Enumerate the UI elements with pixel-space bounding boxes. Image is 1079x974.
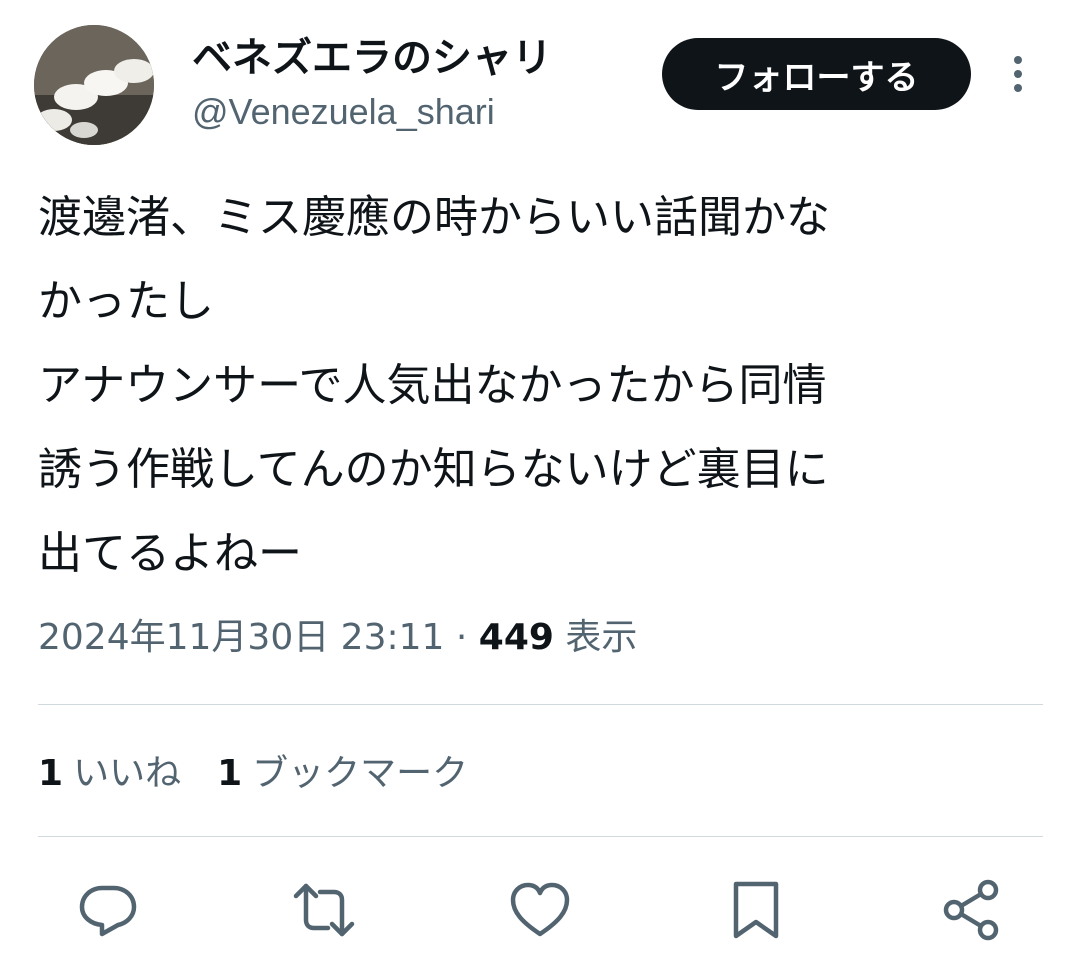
divider [38, 704, 1043, 705]
avatar-image [34, 25, 154, 145]
tweet-line: 渡邊渚、ミス慶應の時からいい話聞かな [38, 192, 830, 243]
likes-stat[interactable]: 1 いいね [38, 748, 181, 800]
author-handle[interactable]: @Venezuela_shari [192, 88, 495, 136]
follow-button[interactable]: フォローする [662, 38, 971, 110]
tweet-line: アナウンサーで人気出なかったから同情 [38, 360, 827, 411]
bookmark-icon[interactable] [724, 878, 788, 942]
likes-label: いいね [73, 753, 182, 794]
tweet-line: 出てるよねー [38, 528, 302, 579]
reply-icon[interactable] [76, 878, 140, 942]
author-display-name[interactable]: ベネズエラのシャリ [192, 32, 552, 84]
likes-count: 1 [38, 753, 64, 794]
tweet-text: 渡邊渚、ミス慶應の時からいい話聞かな かったし アナウンサーで人気出なかったから… [38, 176, 1023, 596]
tweet-line: 誘う作戦してんのか知らないけど裏目に [38, 444, 829, 495]
timestamp[interactable]: 2024年11月30日 23:11 [38, 617, 444, 658]
avatar[interactable] [34, 25, 154, 145]
retweet-icon[interactable] [292, 878, 356, 942]
like-icon[interactable] [508, 878, 572, 942]
meta-separator: · [444, 617, 479, 658]
bookmarks-label: ブックマーク [252, 753, 469, 794]
views-label: 表示 [553, 617, 638, 658]
share-icon[interactable] [940, 878, 1004, 942]
engagement-stats: 1 いいね 1 ブックマーク [38, 748, 504, 800]
divider [38, 836, 1043, 837]
tweet-line: かったし [38, 276, 214, 327]
bookmarks-stat[interactable]: 1 ブックマーク [217, 748, 468, 800]
more-options-icon[interactable] [1003, 52, 1033, 96]
bookmarks-count: 1 [217, 753, 243, 794]
views-count: 449 [478, 617, 554, 658]
tweet-meta: 2024年11月30日 23:11 · 449 表示 [38, 612, 637, 664]
